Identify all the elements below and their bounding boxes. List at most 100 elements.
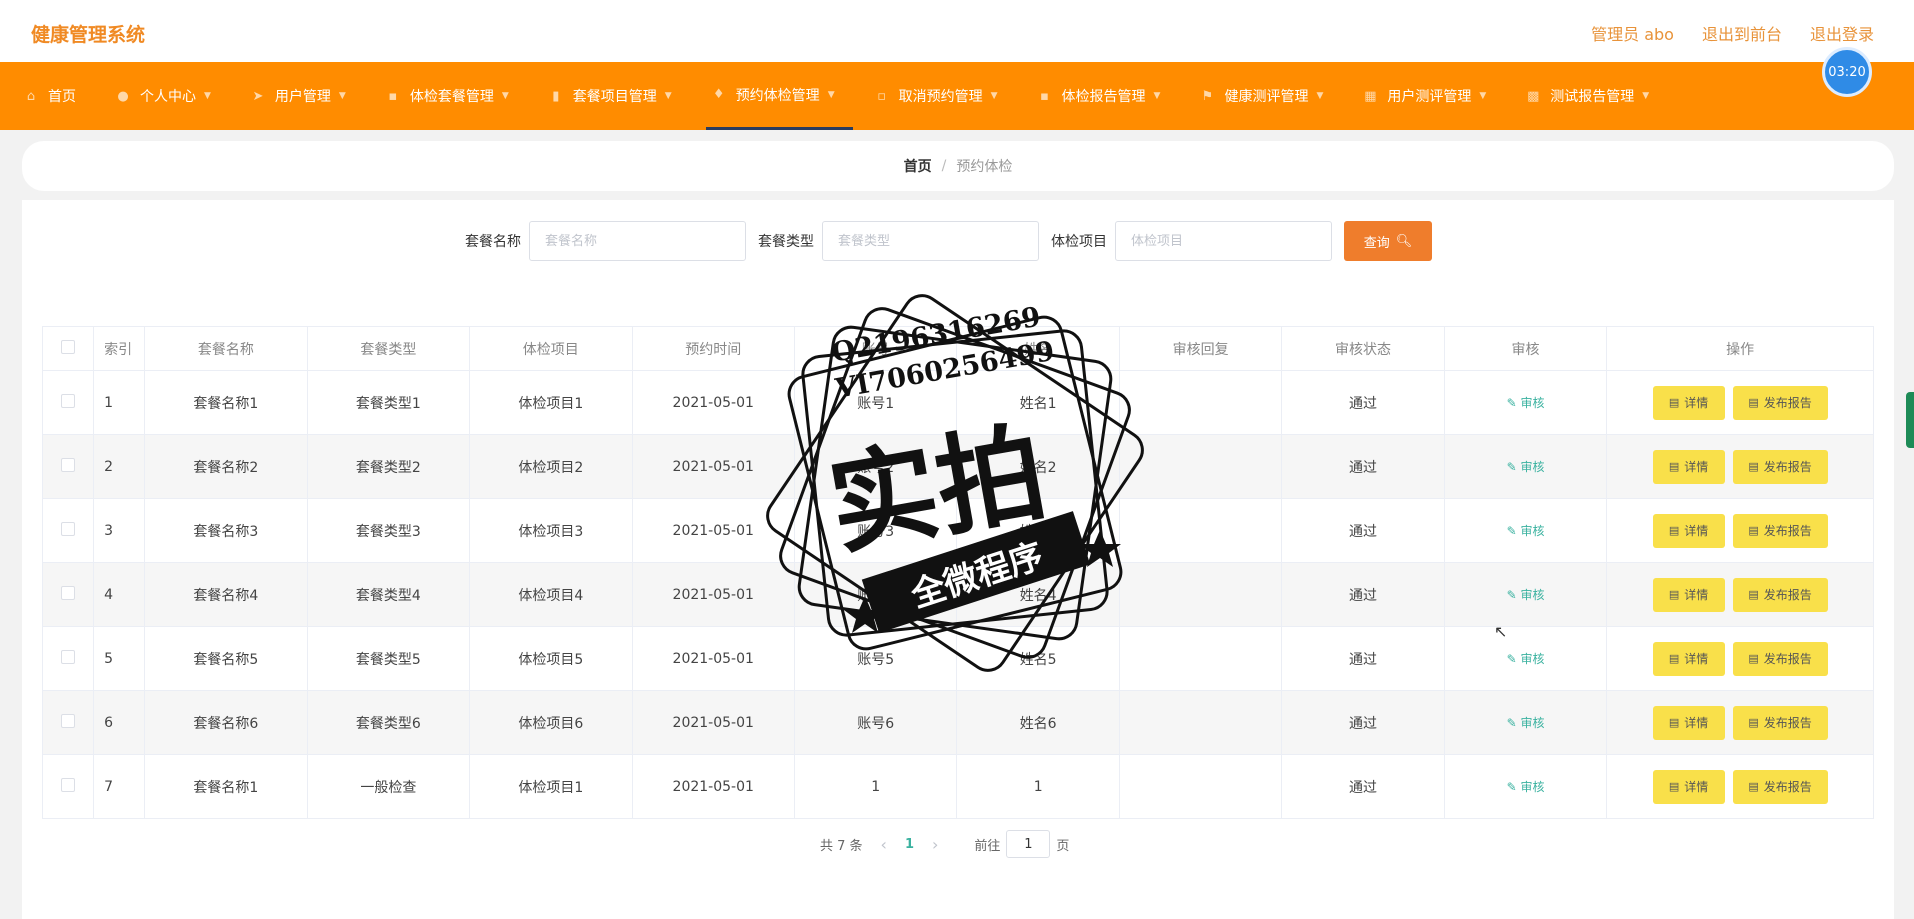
home-icon: ⌂ [26, 88, 36, 104]
cell-status: 通过 [1281, 434, 1445, 499]
cell-actions: ▤ 详情 ▤ 发布报告 [1606, 434, 1874, 499]
nav-item-label: 取消预约管理 [898, 89, 983, 105]
cell-reply [1118, 562, 1283, 627]
edge-tab[interactable] [1906, 392, 1914, 448]
cell-actions: ▤ 详情 ▤ 发布报告 [1606, 370, 1874, 435]
main-nav: ⌂ 首页 ● 个人中心 ▼ ➤ 用户管理 ▼ ▪ 体检套餐管理 ▼ ▮ 套餐项目管理 ▼ ♦ 预约体检管理 ▼ ▫… [0, 62, 1914, 130]
admin-label[interactable]: 管理员 abo [1591, 21, 1674, 45]
nav-item-5[interactable]: ▮ 套餐项目管理 ▼ [543, 62, 690, 130]
nav-item-6[interactable]: ♦ 预约体检管理 ▼ [705, 62, 853, 130]
table-row: 4 套餐名称4 套餐类型4 体检项目4 2021-05-01 账号4 姓名4 通过 ✎ 审核 ▤ 详… [41, 562, 1874, 627]
report-label: 发布报告 [1763, 460, 1812, 474]
publish-report-button[interactable]: ▤ 发布报告 [1732, 769, 1828, 804]
detail-button[interactable]: ▤ 详情 [1652, 769, 1725, 804]
nav-item-label: 体检报告管理 [1061, 89, 1146, 105]
nav-item-label: 个人中心 [140, 89, 196, 105]
goto-page-input[interactable] [1006, 830, 1051, 858]
cell-person: 姓名5 [956, 626, 1120, 691]
cell-reply [1118, 754, 1283, 819]
table-row: 7 套餐名称1 一般检查 体检项目1 2021-05-01 1 1 通过 ✎ 审核 ▤ 详情 ▤ 发布报… [41, 754, 1874, 819]
row-checkbox[interactable] [61, 521, 76, 536]
detail-button[interactable]: ▤ 详情 [1652, 641, 1725, 676]
chevron-down-icon: ▼ [827, 89, 835, 100]
row-checkbox[interactable] [61, 393, 76, 408]
publish-report-button[interactable]: ▤ 发布报告 [1732, 577, 1828, 612]
cell-index: 1 [93, 370, 146, 435]
breadcrumb-home[interactable]: 首页 [904, 156, 932, 176]
publish-report-button[interactable]: ▤ 发布报告 [1732, 449, 1828, 484]
audit-link[interactable]: ✎ 审核 [1507, 588, 1545, 602]
nav-item-11[interactable]: ▩ 测试报告管理 ▼ [1520, 62, 1667, 130]
cell-actions: ▤ 详情 ▤ 发布报告 [1606, 690, 1874, 755]
cell-person: 姓名1 [956, 370, 1120, 435]
column-header: 预约时间 [631, 326, 795, 371]
audit-link[interactable]: ✎ 审核 [1507, 780, 1545, 794]
current-page-number[interactable]: 1 [905, 837, 914, 852]
detail-icon: ▤ [1668, 716, 1680, 729]
page-suffix: 页 [1056, 838, 1070, 854]
nav-item-label: 套餐项目管理 [572, 89, 657, 105]
table-row: 2 套餐名称2 套餐类型2 体检项目2 2021-05-01 账号2 姓名2 通过 ✎ 审核 ▤ 详… [41, 434, 1874, 499]
publish-report-button[interactable]: ▤ 发布报告 [1732, 385, 1828, 420]
top-links: 管理员 abo 退出到前台 退出登录 [1591, 21, 1874, 45]
app-brand: 健康管理系统 [31, 24, 146, 46]
row-checkbox[interactable] [61, 777, 76, 792]
audit-link[interactable]: ✎ 审核 [1507, 716, 1545, 730]
cell-type: 一般检查 [306, 754, 471, 819]
package-type-input[interactable] [822, 221, 1039, 261]
nav-item-8[interactable]: ▪ 体检报告管理 ▼ [1032, 62, 1179, 130]
nav-item-label: 预约体检管理 [735, 87, 820, 104]
cell-name: 套餐名称1 [144, 754, 308, 819]
cell-audit: ✎ 审核 [1443, 626, 1608, 691]
audit-label: 审核 [1520, 460, 1545, 474]
to-front-link[interactable]: 退出到前台 [1702, 21, 1782, 45]
column-header: 审核回复 [1118, 326, 1283, 371]
audit-link[interactable]: ✎ 审核 [1507, 396, 1545, 410]
row-checkbox[interactable] [61, 713, 76, 728]
publish-report-button[interactable]: ▤ 发布报告 [1732, 705, 1828, 740]
pin-icon: ♦ [712, 87, 725, 102]
search-button-label: 查询 [1363, 235, 1390, 251]
detail-button[interactable]: ▤ 详情 [1652, 385, 1725, 420]
search-button[interactable]: 查询 🔍︎ [1344, 221, 1432, 261]
row-checkbox[interactable] [61, 457, 76, 472]
top-header: 健康管理系统 管理员 abo 退出到前台 退出登录 [0, 0, 1914, 62]
search-bar: 套餐名称 套餐类型 体检项目 查询 🔍︎ [465, 221, 1432, 261]
nav-item-10[interactable]: ▦ 用户测评管理 ▼ [1357, 62, 1504, 130]
document-icon: ▩ [1527, 88, 1540, 104]
prev-page-icon[interactable]: ‹ [881, 835, 887, 854]
column-header: 账号 [793, 326, 958, 371]
detail-icon: ▤ [1668, 588, 1680, 601]
nav-item-4[interactable]: ▪ 体检套餐管理 ▼ [380, 62, 527, 130]
row-checkbox[interactable] [61, 649, 76, 664]
cell-reply [1118, 434, 1283, 499]
nav-item-3[interactable]: ➤ 用户管理 ▼ [245, 62, 364, 130]
message-icon: ▫ [877, 88, 887, 104]
detail-button[interactable]: ▤ 详情 [1652, 705, 1725, 740]
select-all-cell [41, 326, 95, 371]
package-name-label: 套餐名称 [465, 234, 521, 250]
nav-item-7[interactable]: ▫ 取消预约管理 ▼ [869, 62, 1016, 130]
select-all-checkbox[interactable] [61, 339, 76, 354]
row-checkbox[interactable] [61, 585, 76, 600]
cell-type: 套餐类型6 [306, 690, 471, 755]
cell-item: 体检项目2 [469, 434, 633, 499]
audit-link[interactable]: ✎ 审核 [1507, 524, 1545, 538]
audit-link[interactable]: ✎ 审核 [1507, 652, 1545, 666]
publish-report-button[interactable]: ▤ 发布报告 [1732, 641, 1828, 676]
nav-item-2[interactable]: ● 个人中心 ▼ [110, 62, 229, 130]
detail-button[interactable]: ▤ 详情 [1652, 577, 1725, 612]
package-name-input[interactable] [529, 221, 746, 261]
logout-link[interactable]: 退出登录 [1810, 21, 1874, 45]
cell-type: 套餐类型4 [306, 562, 471, 627]
publish-report-button[interactable]: ▤ 发布报告 [1732, 513, 1828, 548]
nav-item-1[interactable]: ⌂ 首页 [18, 62, 94, 130]
next-page-icon[interactable]: › [932, 835, 938, 854]
exam-item-input[interactable] [1115, 221, 1332, 261]
nav-item-9[interactable]: ⚑ 健康测评管理 ▼ [1194, 62, 1341, 130]
detail-button[interactable]: ▤ 详情 [1652, 513, 1725, 548]
audit-link[interactable]: ✎ 审核 [1507, 460, 1545, 474]
detail-button[interactable]: ▤ 详情 [1652, 449, 1725, 484]
nav-item-label: 健康测评管理 [1224, 89, 1309, 105]
package-type-label: 套餐类型 [758, 234, 814, 250]
